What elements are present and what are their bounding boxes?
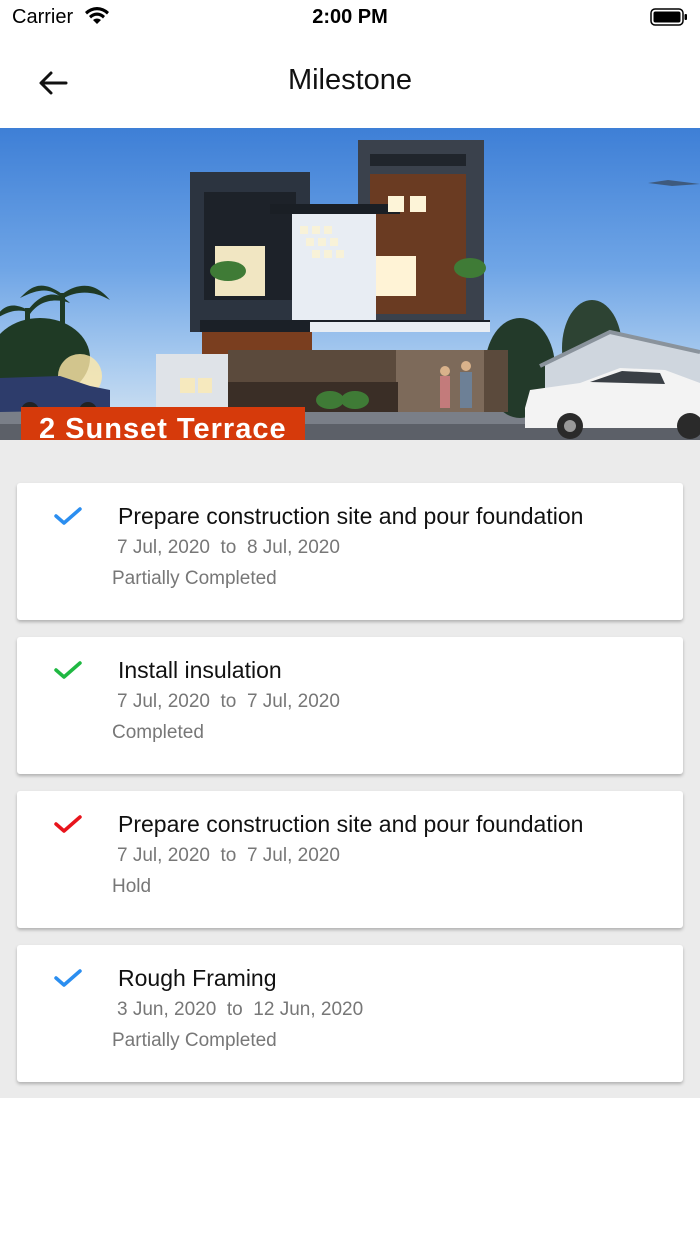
start-date: 3 Jun, 2020 — [117, 999, 217, 1020]
date-separator: to — [220, 845, 237, 866]
date-separator: to — [220, 691, 237, 712]
page-title: Milestone — [287, 64, 413, 96]
check-icon — [54, 661, 82, 679]
end-date: 12 Jun, 2020 — [253, 999, 364, 1020]
project-hero-image: 2 Sunset Terrace — [0, 128, 700, 440]
start-date: 7 Jul, 2020 — [117, 537, 210, 558]
milestone-status: Partially Completed — [112, 568, 277, 589]
milestone-status: Hold — [112, 876, 152, 897]
date-separator: to — [226, 999, 243, 1020]
check-icon — [54, 969, 82, 987]
milestone-title: Rough Framing — [118, 965, 277, 991]
milestone-dates: 7 Jul, 2020 to 7 Jul, 2020 — [117, 691, 340, 713]
milestone-title: Install insulation — [118, 657, 282, 683]
start-date: 7 Jul, 2020 — [117, 691, 210, 712]
milestone-dates: 7 Jul, 2020 to 7 Jul, 2020 — [117, 845, 340, 867]
milestone-card[interactable]: Prepare construction site and pour found… — [17, 483, 683, 620]
end-date: 7 Jul, 2020 — [246, 691, 340, 712]
date-separator: to — [220, 537, 237, 558]
end-date: 8 Jul, 2020 — [246, 537, 340, 558]
check-icon — [54, 507, 82, 525]
milestone-status: Completed — [112, 722, 204, 743]
end-date: 7 Jul, 2020 — [246, 845, 340, 866]
house-illustration — [0, 140, 700, 440]
milestone-dates: 3 Jun, 2020 to 12 Jun, 2020 — [117, 999, 363, 1021]
milestone-card[interactable]: Prepare construction site and pour found… — [17, 791, 683, 928]
status-bar: Carrier 2:00 PM — [0, 0, 700, 36]
milestone-title: Prepare construction site and pour found… — [118, 503, 584, 529]
check-icon — [54, 815, 82, 833]
milestone-list: Prepare construction site and pour found… — [0, 440, 700, 1098]
battery-icon — [650, 8, 687, 26]
project-name-badge: 2 Sunset Terrace — [21, 407, 305, 440]
milestone-dates: 7 Jul, 2020 to 8 Jul, 2020 — [117, 537, 340, 559]
milestone-card[interactable]: Rough Framing 3 Jun, 2020 to 12 Jun, 202… — [17, 945, 683, 1082]
milestone-title: Prepare construction site and pour found… — [118, 811, 584, 837]
milestone-card[interactable]: Install insulation 7 Jul, 2020 to 7 Jul,… — [17, 637, 683, 774]
nav-bar: Milestone — [0, 36, 700, 128]
start-date: 7 Jul, 2020 — [117, 845, 210, 866]
milestone-status: Partially Completed — [112, 1030, 277, 1051]
clock: 2:00 PM — [312, 6, 388, 28]
